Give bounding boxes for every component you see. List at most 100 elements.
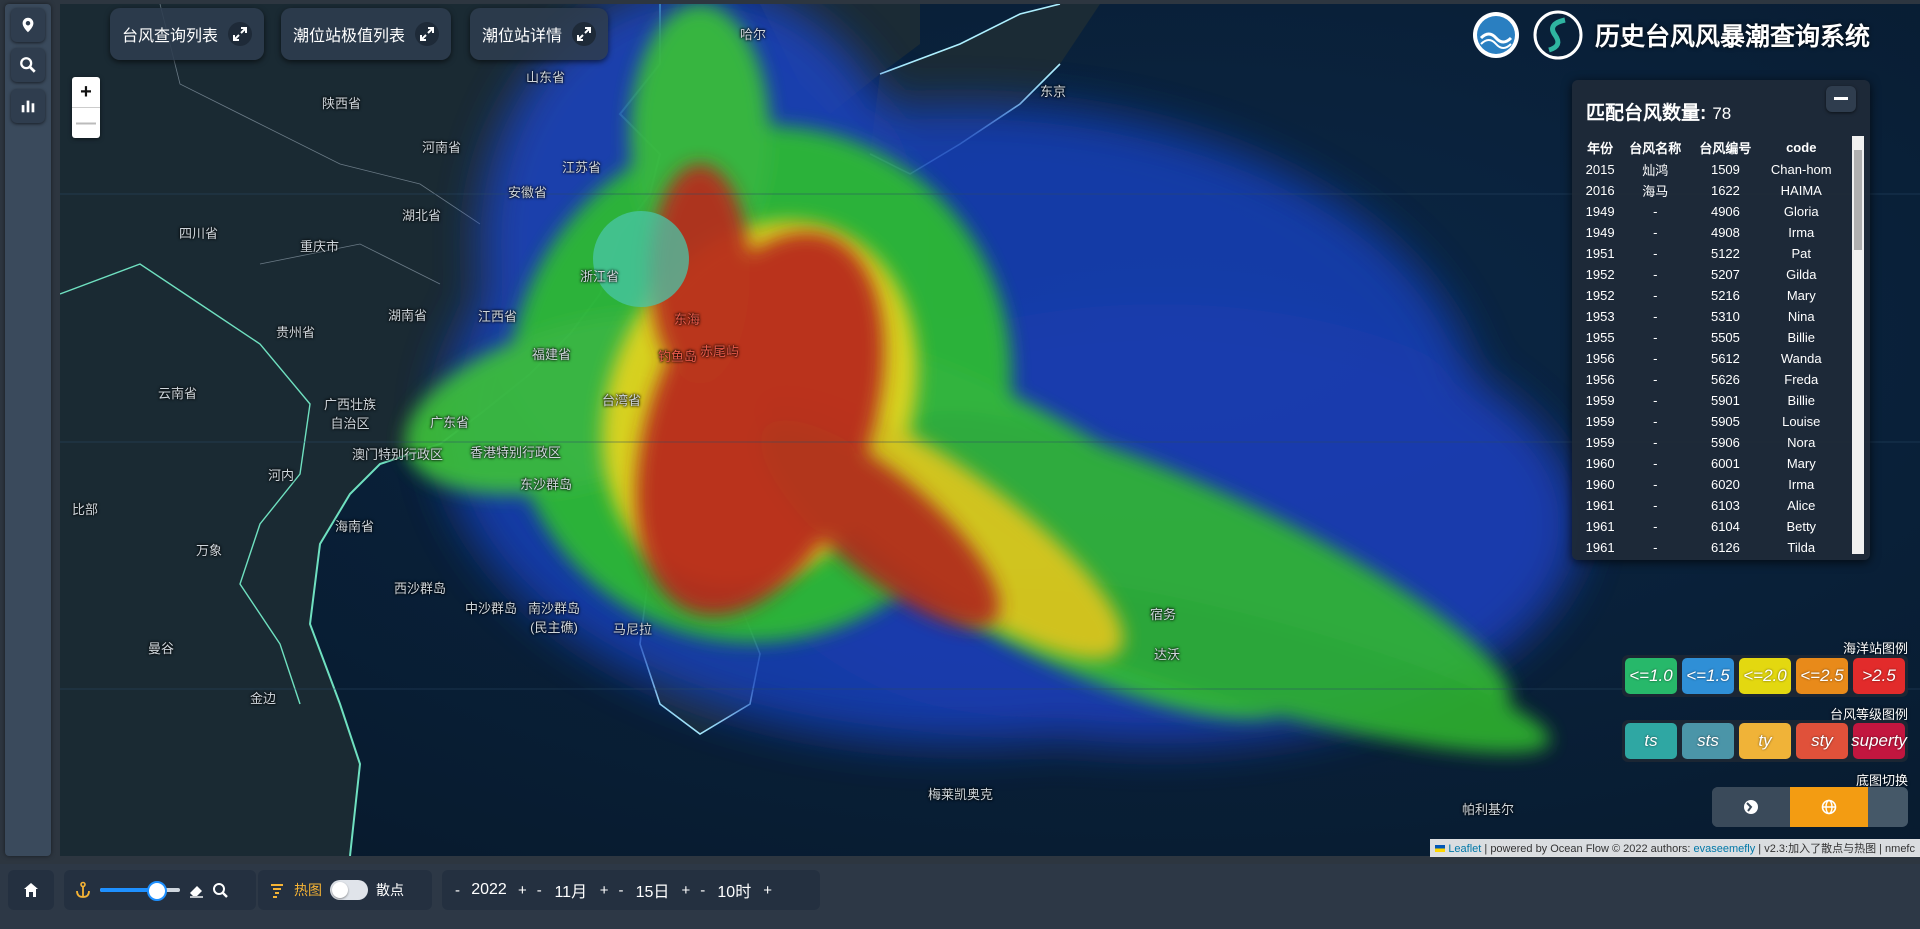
- match-count-value: 78: [1712, 104, 1732, 123]
- table-cell: Irma: [1788, 477, 1815, 492]
- author-link[interactable]: evaseemefly: [1693, 843, 1755, 855]
- map-label: 河南省: [422, 140, 462, 155]
- typhoon-legend-item[interactable]: superty: [1851, 723, 1907, 759]
- table-cell: -: [1653, 351, 1658, 366]
- table-cell: -: [1653, 372, 1658, 387]
- collapse-panel-button[interactable]: [1826, 86, 1856, 112]
- hour-increment[interactable]: +: [760, 882, 775, 899]
- attribution-text: | powered by Ocean Flow © 2022 authors:: [1481, 843, 1694, 855]
- map-label: 广东省: [430, 415, 470, 430]
- table-cell: Mary: [1786, 288, 1816, 303]
- typhoon-legend-item[interactable]: sts: [1682, 723, 1734, 759]
- table-cell: Tilda: [1787, 540, 1816, 554]
- ocean-legend-item[interactable]: <=1.0: [1625, 658, 1677, 694]
- ocean-legend-item[interactable]: >2.5: [1853, 658, 1905, 694]
- terrain-basemap-button[interactable]: [1868, 787, 1908, 827]
- typhoon-legend-item[interactable]: ty: [1739, 723, 1791, 759]
- table-row[interactable]: 1955 - 5505 Billie: [1580, 327, 1842, 348]
- slider-handle[interactable]: [147, 881, 167, 901]
- year-increment[interactable]: +: [515, 882, 530, 899]
- table-cell: 1961: [1585, 540, 1615, 554]
- leaflet-link[interactable]: Leaflet: [1448, 843, 1481, 855]
- zoom-in-button[interactable]: +: [72, 77, 100, 107]
- bottom-toolbar: 热图 散点 - 2022 + - 11月 + - 15日 + - 10时 +: [0, 864, 1920, 929]
- map-label: 梅莱凯奥克: [928, 787, 994, 802]
- ocean-legend-item[interactable]: <=2.5: [1796, 658, 1848, 694]
- map-label: 赤尾屿: [700, 344, 740, 359]
- table-cell: 6103: [1710, 498, 1740, 513]
- table-cell: Billie: [1787, 330, 1815, 345]
- zoom-out-button[interactable]: —: [72, 107, 100, 138]
- typhoon-query-list-button[interactable]: 台风查询列表: [110, 8, 265, 60]
- table-cell: Nora: [1787, 435, 1816, 450]
- map-label: 江苏省: [562, 160, 602, 175]
- table-row[interactable]: 1951 - 5122 Pat: [1580, 243, 1842, 264]
- anchor-icon[interactable]: [74, 881, 92, 899]
- location-icon[interactable]: [11, 8, 45, 42]
- table-row[interactable]: 1961 - 6104 Betty: [1580, 516, 1842, 537]
- map-label: 台湾省: [602, 393, 642, 408]
- globe-basemap-button[interactable]: [1790, 787, 1868, 827]
- search-icon[interactable]: [11, 48, 45, 82]
- table-cell: -: [1653, 540, 1658, 554]
- table-row[interactable]: 1949 - 4908 Irma: [1580, 222, 1842, 243]
- scatter-label: 散点: [376, 882, 404, 898]
- eraser-icon[interactable]: [188, 882, 204, 898]
- table-row[interactable]: 2016 海马 1622 HAIMA: [1580, 180, 1842, 201]
- table-header-cell: 台风名称: [1629, 141, 1682, 156]
- day-increment[interactable]: +: [679, 882, 694, 899]
- system-logo: [1533, 10, 1583, 60]
- match-count-label: 匹配台风数量:: [1586, 103, 1707, 124]
- scrollbar[interactable]: [1852, 136, 1864, 554]
- tide-station-extremes-button[interactable]: 潮位站极值列表: [281, 8, 452, 60]
- table-cell: 4906: [1710, 204, 1740, 219]
- table-row[interactable]: 1949 - 4906 Gloria: [1580, 201, 1842, 222]
- typhoon-legend-item[interactable]: sty: [1796, 723, 1848, 759]
- app-title: 历史台风风暴潮查询系统: [1594, 23, 1870, 51]
- table-row[interactable]: 2015 灿鸿 1509 Chan-hom: [1580, 159, 1842, 180]
- table-row[interactable]: 1959 - 5905 Louise: [1580, 411, 1842, 432]
- table-row[interactable]: 1959 - 5901 Billie: [1580, 390, 1842, 411]
- tide-station-detail-button[interactable]: 潮位站详情: [470, 8, 609, 60]
- table-row[interactable]: 1961 - 6126 Tilda: [1580, 537, 1842, 554]
- table-cell: -: [1653, 519, 1658, 534]
- table-cell: 5905: [1710, 414, 1740, 429]
- table-row[interactable]: 1952 - 5216 Mary: [1580, 285, 1842, 306]
- day-value: 15日: [635, 884, 670, 901]
- bar-chart-icon[interactable]: [11, 89, 45, 123]
- table-row[interactable]: 1960 - 6001 Mary: [1580, 453, 1842, 474]
- table-row[interactable]: 1956 - 5612 Wanda: [1580, 348, 1842, 369]
- map-label: 福建省: [532, 347, 572, 362]
- table-cell: 1960: [1585, 477, 1615, 492]
- table-row[interactable]: 1959 - 5906 Nora: [1580, 432, 1842, 453]
- heatmap-scatter-toggle[interactable]: [330, 880, 368, 900]
- scrollbar-thumb[interactable]: [1854, 150, 1862, 250]
- table-header-cell: 年份: [1587, 141, 1614, 156]
- table-cell: 1960: [1585, 456, 1615, 471]
- day-decrement[interactable]: -: [616, 882, 627, 899]
- month-increment[interactable]: +: [597, 882, 612, 899]
- table-row[interactable]: 1960 - 6020 Irma: [1580, 474, 1842, 495]
- year-decrement[interactable]: -: [452, 882, 463, 899]
- month-decrement[interactable]: -: [534, 882, 545, 899]
- typhoon-table-container[interactable]: 年份 台风名称 台风编号 code 2015 灿鸿 1509 Chan-hom 2016 海马 1…: [1580, 136, 1850, 554]
- zoom-icon[interactable]: [212, 882, 228, 898]
- satellite-basemap-button[interactable]: [1712, 787, 1790, 827]
- table-header-cell: 台风编号: [1699, 141, 1752, 156]
- typhoon-legend-item[interactable]: ts: [1625, 723, 1677, 759]
- table-cell: 1951: [1585, 246, 1615, 261]
- satellite-icon: [1744, 800, 1758, 814]
- ocean-legend-item[interactable]: <=1.5: [1682, 658, 1734, 694]
- hour-decrement[interactable]: -: [697, 882, 708, 899]
- button-label: 台风查询列表: [122, 28, 219, 45]
- table-row[interactable]: 1961 - 6103 Alice: [1580, 495, 1842, 516]
- expand-icon: [572, 22, 597, 46]
- home-button[interactable]: [8, 870, 54, 910]
- table-row[interactable]: 1953 - 5310 Nina: [1580, 306, 1842, 327]
- table-row[interactable]: 1952 - 5207 Gilda: [1580, 264, 1842, 285]
- ocean-legend-item[interactable]: <=2.0: [1739, 658, 1791, 694]
- zoom-slider[interactable]: [100, 880, 180, 901]
- table-cell: Nina: [1787, 309, 1815, 324]
- map-label: 海南省: [335, 519, 375, 534]
- table-row[interactable]: 1956 - 5626 Freda: [1580, 369, 1842, 390]
